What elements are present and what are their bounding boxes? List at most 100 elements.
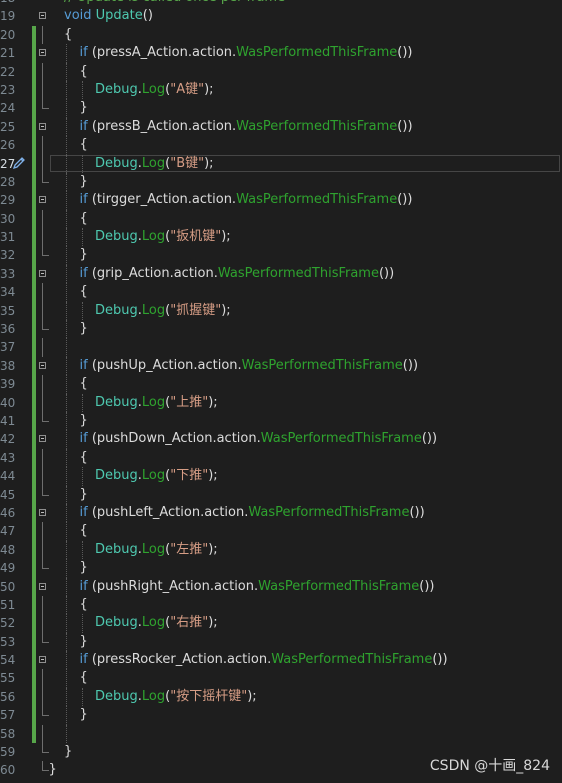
code-text[interactable]: {: [80, 136, 88, 154]
code-line[interactable]: 58: [0, 724, 562, 744]
code-line[interactable]: 51 {: [0, 595, 562, 615]
code-line[interactable]: 40 Debug.Log("上推");: [0, 393, 562, 412]
code-text[interactable]: {: [80, 210, 88, 228]
watermark: CSDN @十画_824: [429, 758, 550, 774]
code-line[interactable]: 23 Debug.Log("A键");: [0, 80, 562, 100]
code-line[interactable]: 18 // Update is called once per frame: [0, 0, 562, 7]
code-line[interactable]: 57}: [0, 706, 562, 725]
code-text[interactable]: if (grip_Action.action.WasPerformedThisF…: [80, 265, 395, 283]
code-text[interactable]: if (pressRocker_Action.action.WasPerform…: [80, 651, 448, 669]
code-text[interactable]: }: [49, 761, 57, 779]
code-line[interactable]: 56 Debug.Log("按下摇杆键");: [0, 687, 562, 707]
code-line[interactable]: 50 if (pushRight_Action.action.WasPerform…: [0, 577, 562, 596]
code-text[interactable]: if (pushDown_Action.action.WasPerformedT…: [80, 430, 438, 448]
code-text[interactable]: if (pushLeft_Action.action.WasPerformedT…: [80, 504, 425, 522]
collapse-icon[interactable]: [39, 361, 46, 369]
collapse-icon[interactable]: [39, 656, 46, 664]
line-number: 33: [0, 266, 16, 281]
code-text[interactable]: Debug.Log("按下摇杆键");: [95, 688, 257, 706]
code-line[interactable]: 55 {: [0, 669, 562, 688]
code-text[interactable]: Debug.Log("A键");: [95, 81, 214, 99]
collapse-icon[interactable]: [39, 122, 46, 130]
code-text[interactable]: // Update is called once per frame: [64, 0, 285, 7]
code-text[interactable]: void Update(): [64, 7, 153, 25]
code-text[interactable]: Debug.Log("上推");: [95, 394, 218, 412]
collapse-icon[interactable]: [39, 508, 46, 516]
pencil-icon[interactable]: [12, 156, 26, 170]
code-text[interactable]: Debug.Log("左推");: [95, 541, 218, 559]
code-line[interactable]: 25 if (pressB_Action.action.WasPerformedT…: [0, 117, 562, 137]
code-line[interactable]: 42 if (pushDown_Action.action.WasPerforme…: [0, 430, 562, 449]
code-line[interactable]: 22 {: [0, 62, 562, 81]
collapse-icon[interactable]: [39, 12, 46, 20]
code-line[interactable]: 53}: [0, 632, 562, 652]
collapse-icon[interactable]: [39, 196, 46, 204]
code-text[interactable]: {: [64, 26, 72, 44]
code-line[interactable]: 26 {: [0, 136, 562, 155]
code-text[interactable]: }: [80, 320, 88, 338]
code-text[interactable]: {: [80, 522, 88, 540]
code-text[interactable]: }: [80, 99, 88, 117]
code-text[interactable]: {: [80, 63, 88, 81]
code-line[interactable]: 47 {: [0, 522, 562, 541]
code-line[interactable]: 28}: [0, 172, 562, 192]
indent-guide: [66, 467, 68, 486]
code-text[interactable]: }: [64, 743, 72, 761]
token-plain: );: [208, 394, 218, 410]
change-indicator: [32, 154, 36, 173]
code-text[interactable]: Debug.Log("扳机键");: [95, 228, 231, 246]
code-text[interactable]: if (pushRight_Action.action.WasPerformed…: [80, 578, 435, 596]
code-line[interactable]: 49}: [0, 559, 562, 578]
collapse-icon[interactable]: [39, 269, 46, 277]
code-line[interactable]: 36}: [0, 320, 562, 339]
code-line[interactable]: 30 {: [0, 209, 562, 229]
code-line[interactable]: 33 if (grip_Action.action.WasPerformedThi…: [0, 264, 562, 284]
code-text[interactable]: }: [80, 706, 88, 724]
code-text[interactable]: {: [80, 375, 88, 393]
collapse-icon[interactable]: [39, 582, 46, 590]
code-text[interactable]: if (pressB_Action.action.WasPerformedThi…: [80, 118, 413, 136]
code-line[interactable]: 20 {: [0, 25, 562, 45]
code-line[interactable]: 37: [0, 338, 562, 357]
code-line[interactable]: 34 {: [0, 283, 562, 302]
line-number: 51: [0, 597, 16, 612]
code-text[interactable]: {: [80, 596, 88, 614]
code-text[interactable]: Debug.Log("抓握键");: [95, 302, 231, 320]
code-text[interactable]: }: [80, 173, 88, 191]
code-text[interactable]: }: [80, 486, 88, 504]
code-line[interactable]: 44 Debug.Log("下推");: [0, 467, 562, 486]
code-text[interactable]: }: [80, 633, 88, 651]
code-text[interactable]: if (pushUp_Action.action.WasPerformedThi…: [80, 357, 419, 375]
code-line[interactable]: 32}: [0, 246, 562, 265]
code-line[interactable]: 54 if (pressRocker_Action.action.WasPerfo…: [0, 651, 562, 670]
code-line[interactable]: 48 Debug.Log("左推");: [0, 540, 562, 560]
code-line[interactable]: 41}: [0, 411, 562, 431]
code-line[interactable]: 27 Debug.Log("B键");: [0, 154, 562, 173]
code-line[interactable]: 38 if (pushUp_Action.action.WasPerformedT…: [0, 356, 562, 376]
code-text[interactable]: Debug.Log("下推");: [95, 467, 218, 485]
code-line[interactable]: 39 {: [0, 375, 562, 394]
code-text[interactable]: {: [80, 449, 88, 467]
code-line[interactable]: 52 Debug.Log("右推");: [0, 614, 562, 633]
code-line[interactable]: 21 if (pressA_Action.action.WasPerformedT…: [0, 44, 562, 63]
code-line[interactable]: 45}: [0, 485, 562, 504]
code-text[interactable]: }: [80, 412, 88, 430]
code-line[interactable]: 29 if (tirgger_Action.action.WasPerformed…: [0, 191, 562, 210]
code-text[interactable]: {: [80, 669, 88, 687]
collapse-icon[interactable]: [39, 435, 46, 443]
code-text[interactable]: if (tirgger_Action.action.WasPerformedTh…: [80, 191, 413, 209]
code-line[interactable]: 24}: [0, 99, 562, 118]
code-text[interactable]: Debug.Log("右推");: [95, 614, 218, 632]
code-text[interactable]: {: [80, 283, 88, 301]
collapse-icon[interactable]: [39, 49, 46, 57]
code-line[interactable]: 19 void Update(): [0, 7, 562, 25]
code-text[interactable]: Debug.Log("B键");: [95, 155, 214, 173]
code-editor[interactable]: 18 // Update is called once per frame 19 vo…: [0, 0, 562, 780]
code-text[interactable]: if (pressA_Action.action.WasPerformedThi…: [80, 44, 413, 62]
code-line[interactable]: 31 Debug.Log("扳机键");: [0, 228, 562, 247]
code-text[interactable]: }: [80, 246, 88, 264]
code-line[interactable]: 35 Debug.Log("抓握键");: [0, 301, 562, 321]
code-text[interactable]: }: [80, 559, 88, 577]
code-line[interactable]: 46 if (pushLeft_Action.action.WasPerforme…: [0, 503, 562, 523]
code-line[interactable]: 43 {: [0, 448, 562, 468]
